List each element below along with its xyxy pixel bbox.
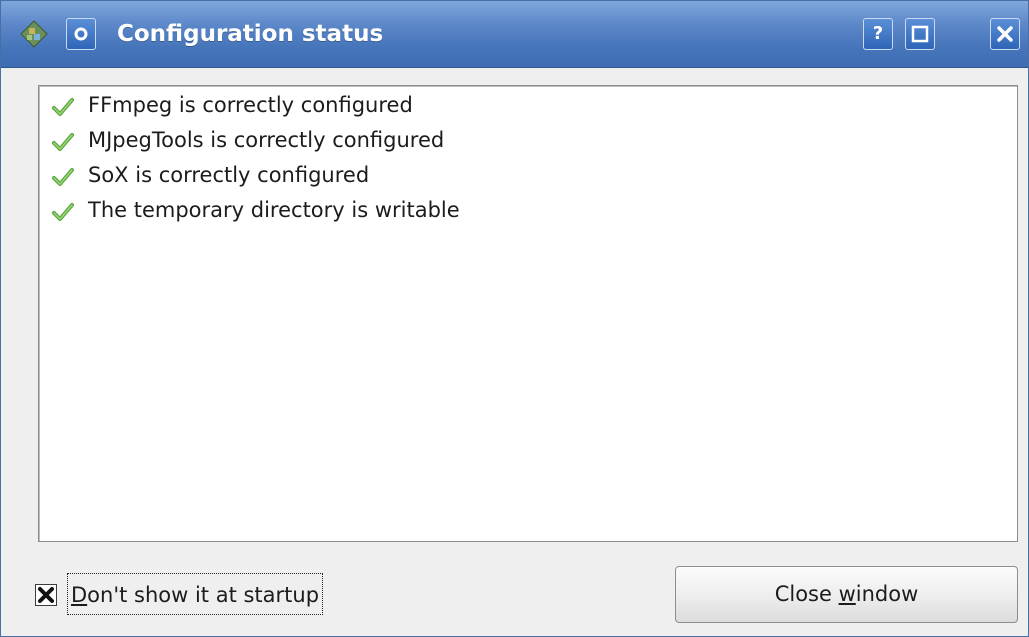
status-item-label: SoX is correctly configured [88, 163, 370, 187]
status-item: MJpegTools is correctly configured [39, 123, 1017, 158]
close-button-mnemonic: w [838, 582, 856, 606]
maximize-button[interactable] [905, 18, 935, 50]
app-logo-icon [19, 19, 49, 49]
help-button[interactable]: ? [863, 18, 893, 50]
window-title: Configuration status [117, 21, 384, 47]
checkbox-label-mnemonic: D [71, 583, 88, 607]
status-item-label: MJpegTools is correctly configured [88, 128, 445, 152]
checkbox-label[interactable]: Don't show it at startup [67, 573, 324, 615]
configuration-status-dialog: Configuration status ? FFmpeg is correct… [0, 0, 1029, 637]
close-button-label-prefix: Close [774, 582, 839, 606]
status-item-label: The temporary directory is writable [88, 198, 460, 222]
title-bar[interactable]: Configuration status ? [1, 1, 1028, 68]
close-icon [991, 19, 1019, 49]
status-item-label: FFmpeg is correctly configured [88, 93, 413, 117]
help-icon: ? [872, 23, 884, 44]
status-item: FFmpeg is correctly configured [39, 88, 1017, 123]
window-menu-icon [67, 19, 95, 49]
close-button-label-suffix: indow [855, 582, 919, 606]
checkbox-label-text: on't show it at startup [87, 583, 320, 607]
status-list[interactable]: FFmpeg is correctly configured MJpegTool… [38, 85, 1018, 542]
green-check-icon [52, 200, 74, 222]
window-menu-button[interactable] [66, 18, 96, 50]
maximize-icon [906, 19, 934, 49]
status-item: SoX is correctly configured [39, 158, 1017, 193]
status-item: The temporary directory is writable [39, 193, 1017, 228]
green-check-icon [52, 95, 74, 117]
close-window-button[interactable]: Close window [675, 566, 1018, 623]
checkbox-box[interactable] [35, 584, 57, 606]
green-check-icon [52, 165, 74, 187]
close-window-titlebar-button[interactable] [990, 18, 1020, 50]
green-check-icon [52, 130, 74, 152]
